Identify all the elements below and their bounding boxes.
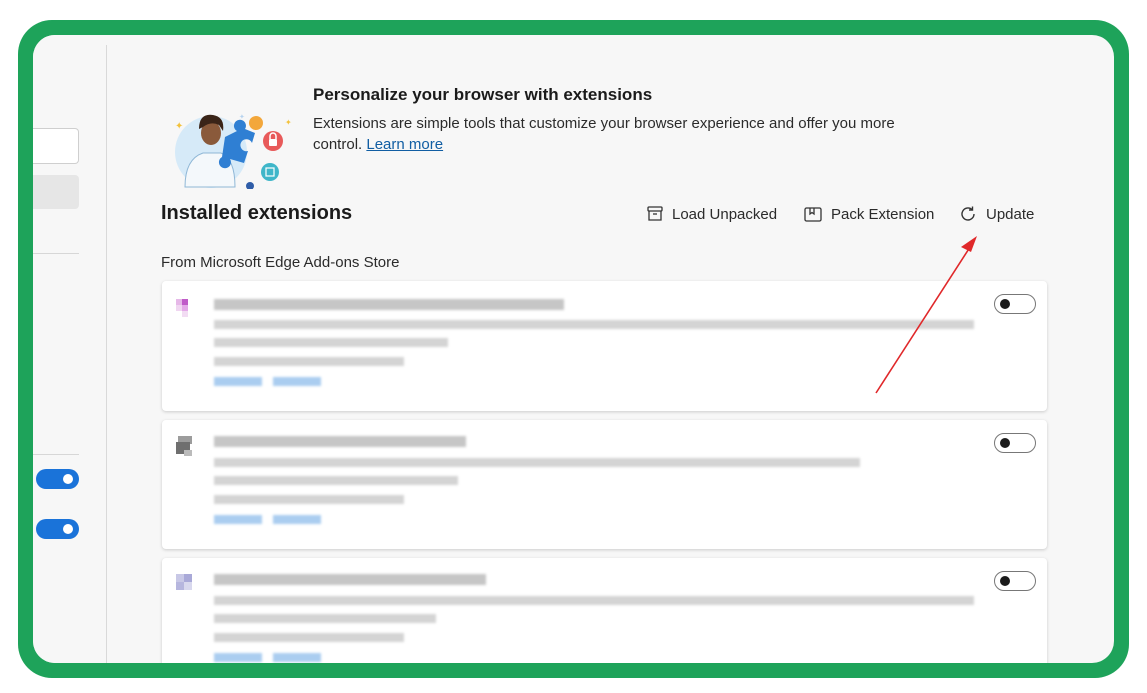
extension-remove-link[interactable] bbox=[273, 515, 321, 524]
package-icon bbox=[804, 207, 822, 222]
extension-description-redacted bbox=[214, 596, 974, 605]
sidebar-search-input[interactable] bbox=[33, 128, 79, 164]
installed-extensions-title: Installed extensions bbox=[161, 202, 353, 224]
sidebar-item-selected[interactable] bbox=[33, 175, 79, 209]
extension-details-link[interactable] bbox=[214, 653, 262, 662]
sidebar-divider bbox=[106, 45, 107, 663]
extension-card bbox=[162, 558, 1047, 663]
sidebar-divider-line bbox=[33, 454, 79, 455]
extension-id-redacted bbox=[214, 495, 404, 504]
refresh-icon bbox=[961, 206, 975, 221]
extension-icon bbox=[176, 299, 188, 317]
extension-enable-toggle[interactable] bbox=[994, 294, 1036, 314]
sidebar-toggle-on[interactable] bbox=[36, 469, 79, 489]
svg-text:✦: ✦ bbox=[285, 118, 292, 127]
settings-sidebar bbox=[33, 35, 107, 663]
store-source-label: From Microsoft Edge Add-ons Store bbox=[161, 254, 400, 271]
extension-card bbox=[162, 420, 1047, 549]
extension-card bbox=[162, 281, 1047, 411]
extension-enable-toggle[interactable] bbox=[994, 571, 1036, 591]
extension-description-redacted bbox=[214, 614, 436, 623]
extension-name-redacted bbox=[214, 574, 486, 585]
pack-extension-label: Pack Extension bbox=[831, 205, 935, 223]
hero-description: Extensions are simple tools that customi… bbox=[313, 113, 913, 155]
extensions-illustration: ✦ ✦ ✦ bbox=[175, 113, 292, 189]
extension-id-redacted bbox=[214, 633, 404, 642]
extension-description-redacted bbox=[214, 476, 458, 485]
sidebar-divider-line bbox=[33, 253, 79, 254]
svg-text:✦: ✦ bbox=[239, 113, 245, 121]
extension-id-redacted bbox=[214, 357, 404, 366]
extension-remove-link[interactable] bbox=[273, 377, 321, 386]
learn-more-link[interactable]: Learn more bbox=[366, 136, 443, 153]
hero-title: Personalize your browser with extensions bbox=[313, 85, 653, 104]
extension-details-link[interactable] bbox=[214, 515, 262, 524]
extension-enable-toggle[interactable] bbox=[994, 433, 1036, 453]
update-button[interactable]: Update bbox=[958, 203, 1034, 225]
archive-icon bbox=[647, 206, 663, 221]
extension-description-redacted bbox=[214, 320, 974, 329]
extension-icon bbox=[176, 574, 192, 590]
extension-name-redacted bbox=[214, 299, 564, 310]
extensions-page: ✦ ✦ ✦ Personalize your browser with exte… bbox=[33, 35, 1114, 663]
extension-remove-link[interactable] bbox=[273, 653, 321, 662]
extension-name-redacted bbox=[214, 436, 466, 447]
load-unpacked-button[interactable]: Load Unpacked bbox=[646, 203, 777, 225]
sidebar-toggle-on[interactable] bbox=[36, 519, 79, 539]
load-unpacked-label: Load Unpacked bbox=[672, 205, 778, 223]
extension-details-link[interactable] bbox=[214, 377, 262, 386]
extension-icon bbox=[176, 436, 192, 456]
update-label: Update bbox=[986, 205, 1035, 223]
pack-extension-button[interactable]: Pack Extension bbox=[803, 203, 934, 225]
extension-description-redacted bbox=[214, 338, 448, 347]
svg-text:✦: ✦ bbox=[175, 121, 183, 132]
extension-description-redacted bbox=[214, 458, 860, 467]
